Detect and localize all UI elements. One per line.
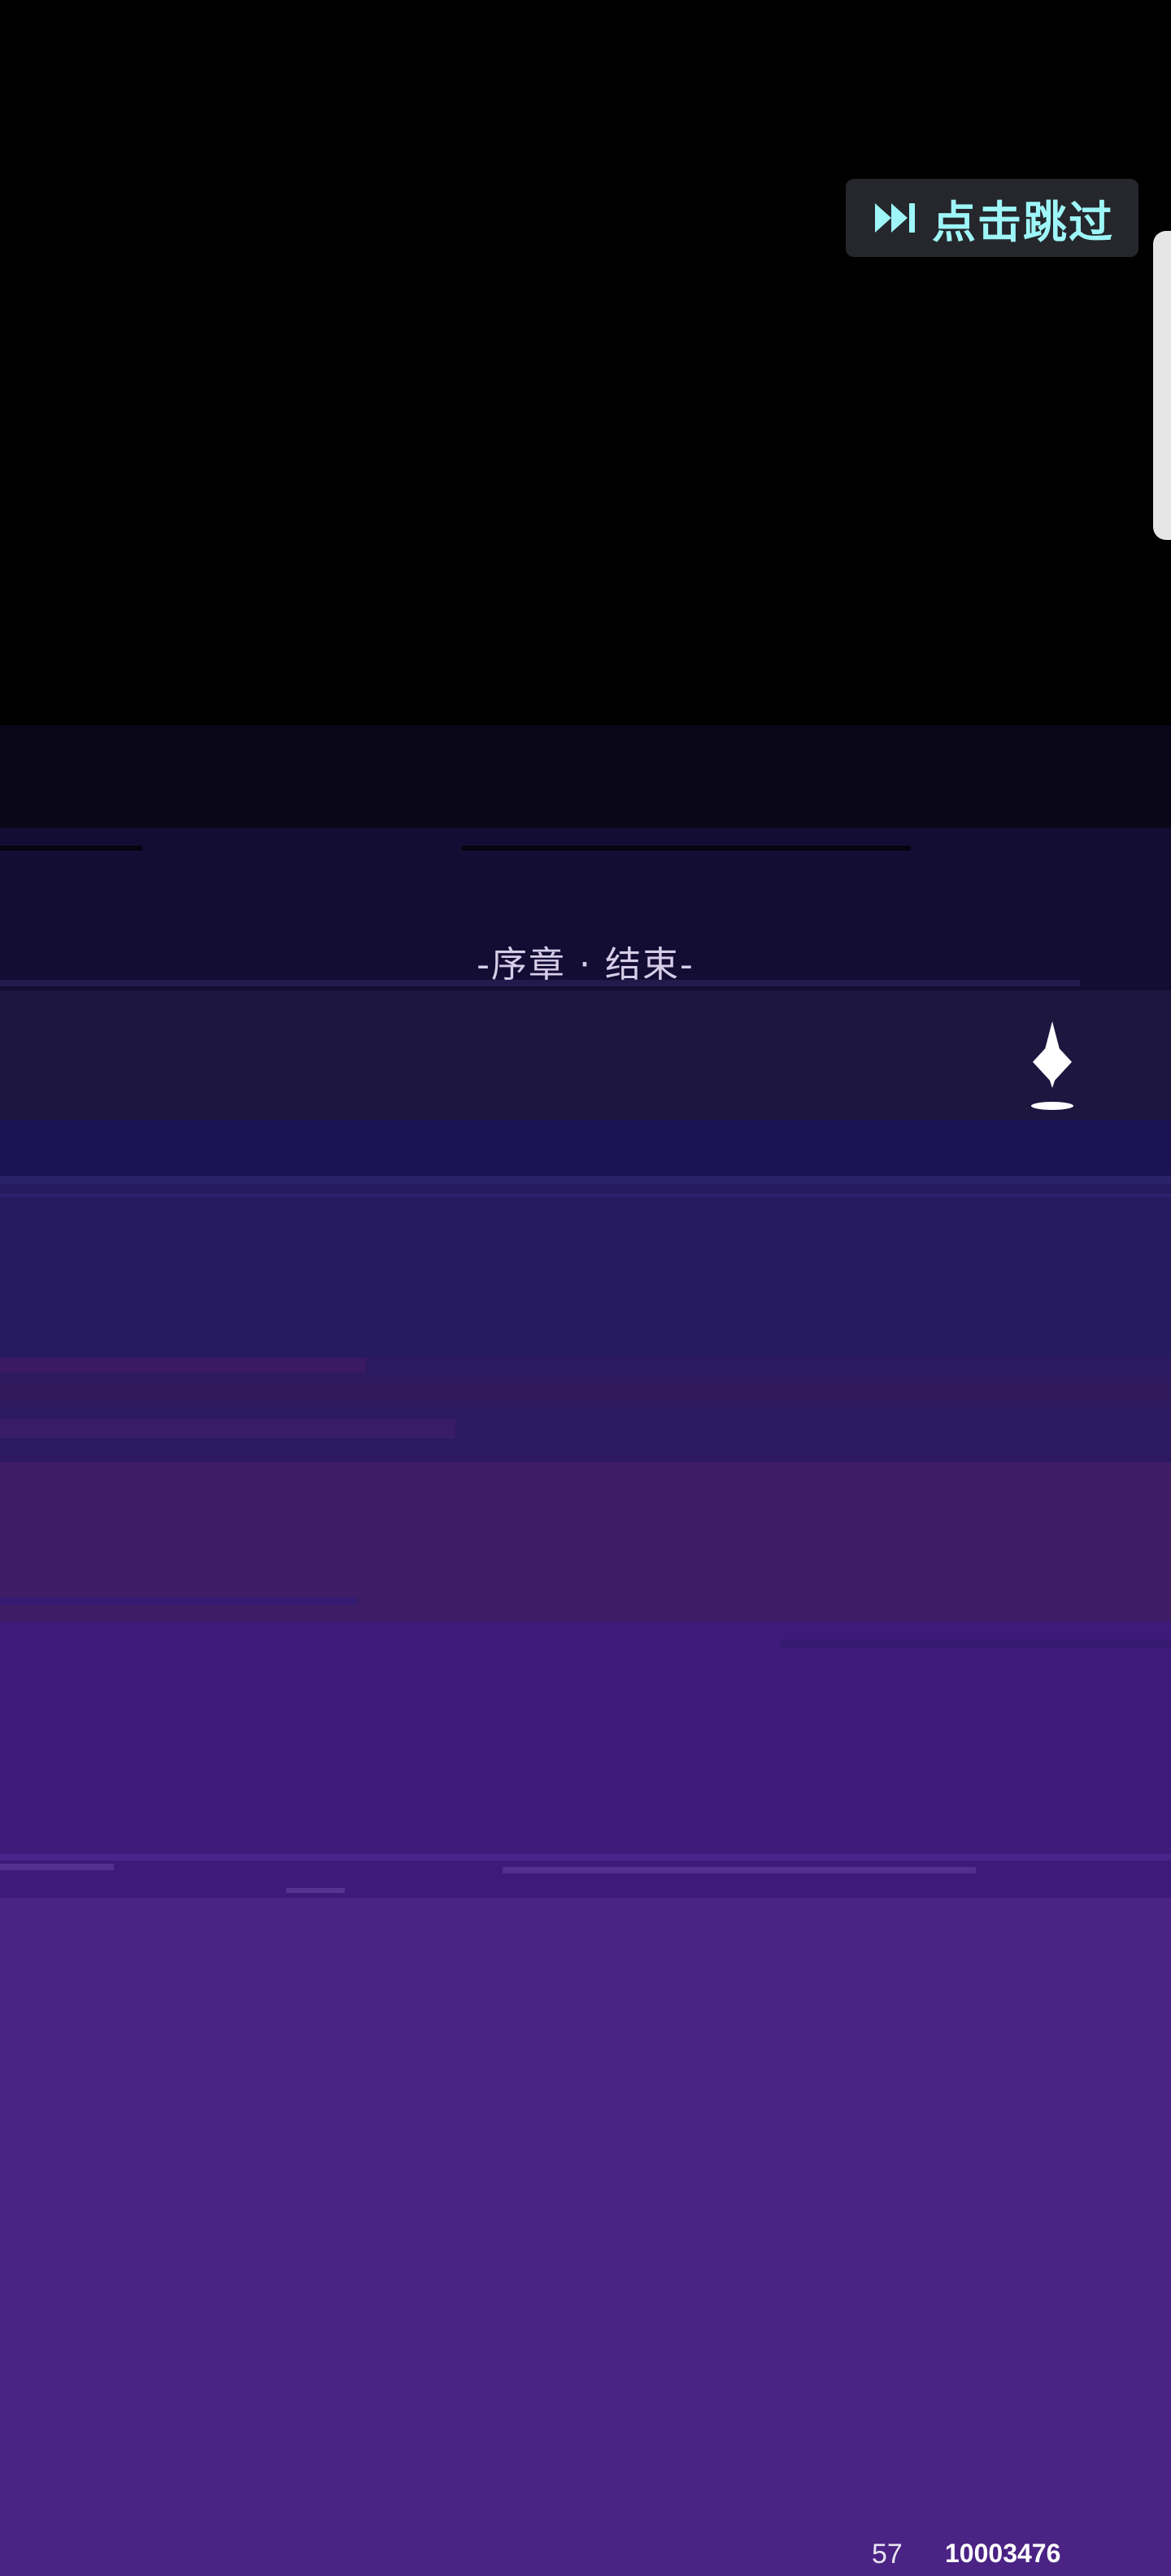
glitch-streak	[0, 1854, 1171, 1860]
skip-button-label: 点击跳过	[932, 196, 1114, 248]
band-indigo	[0, 990, 1171, 1120]
glitch-streak	[462, 846, 911, 851]
footer-right-number: 10003476	[945, 2539, 1061, 2568]
side-drawer-handle[interactable]	[1153, 231, 1171, 540]
glitch-streak	[781, 1639, 1171, 1647]
glitch-streak	[0, 1382, 1171, 1405]
glitch-streak	[286, 1888, 345, 1893]
band-violet-1	[0, 1177, 1171, 1356]
band-blue-violet	[0, 1120, 1171, 1177]
skip-button[interactable]: 点击跳过	[846, 179, 1138, 257]
band-dark-navy	[0, 725, 1171, 828]
band-purple-2	[0, 1898, 1171, 2576]
footer-left-number: 57	[872, 2539, 903, 2569]
glitch-streak	[503, 1867, 976, 1873]
glitch-streak	[0, 1864, 114, 1870]
glitch-streak	[0, 1419, 455, 1438]
game-scene[interactable]: 点击跳过 -序章 · 结束- 57 10003476	[0, 0, 1171, 2576]
glitch-streak	[0, 1358, 366, 1373]
chapter-title: -序章 · 结束-	[477, 944, 694, 986]
diamond-cursor-icon[interactable]	[1026, 1020, 1078, 1114]
glitch-streak	[0, 846, 142, 851]
fast-forward-icon	[875, 203, 915, 233]
band-black	[0, 0, 1171, 725]
glitch-streak	[0, 1597, 358, 1605]
glitch-streak	[0, 1194, 1171, 1197]
glitch-streak	[0, 1176, 1171, 1184]
